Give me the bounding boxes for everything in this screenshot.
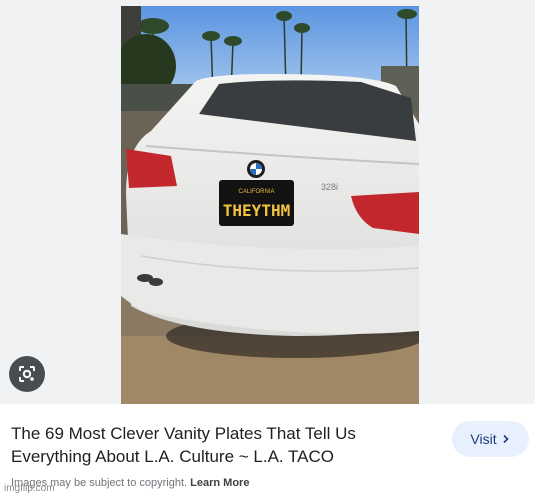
plate-text: THEYTHM [223,201,290,220]
result-title[interactable]: The 69 Most Clever Vanity Plates That Te… [11,422,431,468]
trunk-badge: 328i [321,182,338,192]
chevron-right-icon [503,434,509,444]
plate-state: CALIFORNIA [238,189,274,195]
visit-label: Visit [470,431,497,447]
result-info-panel: The 69 Most Clever Vanity Plates That Te… [0,404,535,500]
learn-more-link[interactable]: Learn More [190,477,249,489]
google-lens-button[interactable] [9,356,45,392]
car-photo[interactable]: 328i CALIFORNIA THEYTHM [121,6,419,404]
car-photo-graphic: 328i CALIFORNIA THEYTHM [121,6,419,404]
imgflip-watermark: imgflip.com [4,483,55,494]
google-lens-icon [19,366,35,382]
visit-button[interactable]: Visit [452,421,529,457]
image-preview-panel: 328i CALIFORNIA THEYTHM [0,0,535,404]
